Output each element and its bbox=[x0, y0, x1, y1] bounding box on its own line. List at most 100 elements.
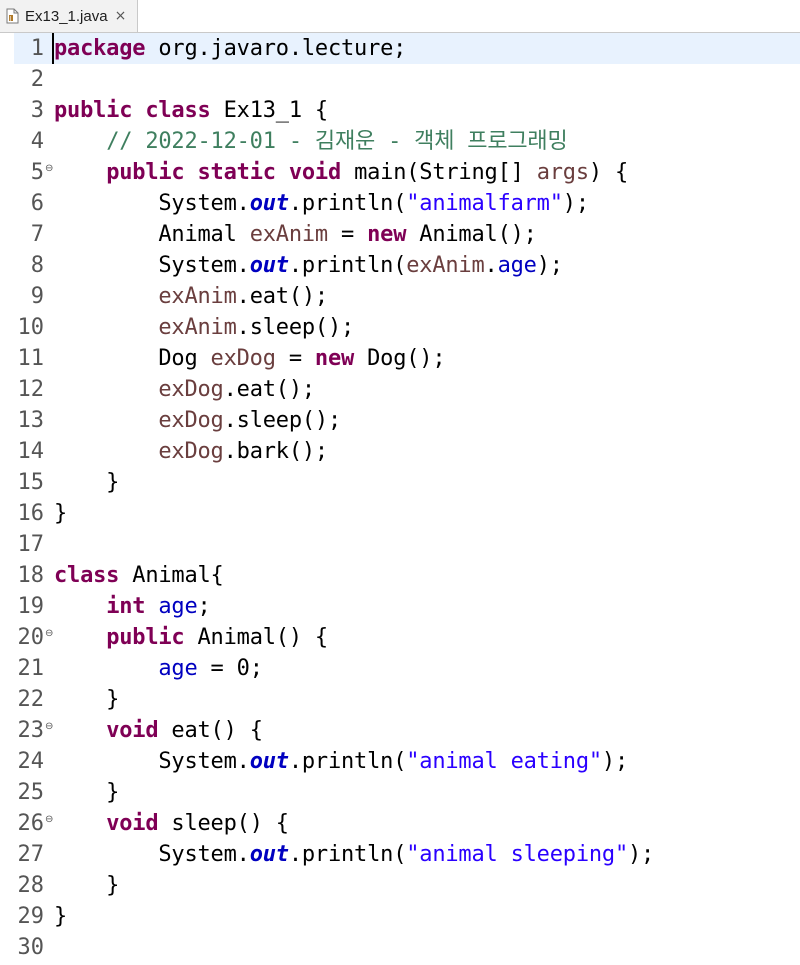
code-line[interactable]: 21 age = 0; bbox=[0, 653, 800, 684]
code-token: age bbox=[158, 594, 198, 619]
code-line[interactable]: 9 exAnim.eat(); bbox=[0, 281, 800, 312]
line-number: 17 bbox=[17, 532, 45, 557]
code-token: Dog(); bbox=[354, 346, 446, 371]
code-line[interactable]: 4 // 2022-12-01 - 김재운 - 객체 프로그래밍 bbox=[0, 126, 800, 157]
code-line[interactable]: 3 public class Ex13_1 { bbox=[0, 95, 800, 126]
code-line[interactable]: 28 } bbox=[0, 870, 800, 901]
code-token: "animal sleeping" bbox=[406, 842, 629, 867]
code-text: class Animal{ bbox=[54, 560, 224, 591]
code-editor[interactable]: 1 package org.javaro.lecture; 2 3 public cla… bbox=[0, 33, 800, 965]
line-number: 8 bbox=[30, 253, 44, 278]
code-token: new bbox=[367, 222, 407, 247]
code-token: } bbox=[54, 470, 120, 495]
code-token: Animal() { bbox=[184, 625, 329, 650]
code-token: .bark(); bbox=[223, 439, 329, 464]
line-number: 12 bbox=[17, 377, 45, 402]
code-line[interactable]: 2 bbox=[0, 64, 800, 95]
code-line[interactable]: 16} bbox=[0, 498, 800, 529]
code-line[interactable]: 17 bbox=[0, 529, 800, 560]
fold-toggle-icon[interactable]: ⊖ bbox=[45, 164, 53, 174]
code-token: sleep() { bbox=[158, 811, 289, 836]
code-text: void sleep() { bbox=[54, 808, 289, 839]
code-line[interactable]: 15 } bbox=[0, 467, 800, 498]
code-line[interactable]: 19 int age; bbox=[0, 591, 800, 622]
code-text: System.out.println(exAnim.age); bbox=[54, 250, 563, 281]
code-token: = 0; bbox=[197, 656, 263, 681]
code-text: age = 0; bbox=[54, 653, 263, 684]
code-token: public bbox=[106, 625, 185, 650]
line-number: 18 bbox=[17, 563, 45, 588]
code-text: package org.javaro.lecture; bbox=[52, 33, 406, 64]
code-line[interactable]: 14 exDog.bark(); bbox=[0, 436, 800, 467]
code-text: // 2022-12-01 - 김재운 - 객체 프로그래밍 bbox=[54, 126, 568, 157]
editor-tab[interactable]: J Ex13_1.java × bbox=[0, 0, 138, 32]
code-text: } bbox=[54, 684, 119, 715]
code-token: .println( bbox=[288, 253, 407, 278]
code-line[interactable]: 29} bbox=[0, 901, 800, 932]
code-token: .println( bbox=[288, 191, 407, 216]
code-token: out bbox=[249, 253, 289, 278]
code-line[interactable]: 26 ⊖ void sleep() { bbox=[0, 808, 800, 839]
code-token: System. bbox=[54, 253, 250, 278]
code-line[interactable]: 12 exDog.eat(); bbox=[0, 374, 800, 405]
code-line[interactable]: 8 System.out.println(exAnim.age); bbox=[0, 250, 800, 281]
line-number: 9 bbox=[30, 284, 44, 309]
code-token: Animal{ bbox=[119, 563, 224, 588]
line-number: 1 bbox=[30, 36, 44, 61]
code-token: ) { bbox=[588, 160, 629, 185]
code-token: Animal bbox=[54, 222, 250, 247]
line-number: 27 bbox=[17, 842, 45, 867]
code-token: out bbox=[249, 191, 289, 216]
line-number: 24 bbox=[17, 749, 45, 774]
code-token: exDog bbox=[158, 377, 224, 402]
code-token: class bbox=[54, 563, 120, 588]
code-token: .sleep(); bbox=[236, 315, 355, 340]
code-token: int bbox=[106, 594, 146, 619]
code-line[interactable]: 23 ⊖ void eat() { bbox=[0, 715, 800, 746]
code-line[interactable]: 20 ⊖ public Animal() { bbox=[0, 622, 800, 653]
code-line[interactable]: 1 package org.javaro.lecture; bbox=[0, 33, 800, 64]
code-line[interactable]: 25 } bbox=[0, 777, 800, 808]
code-line[interactable]: 30 bbox=[0, 932, 800, 963]
code-line[interactable]: 18 class Animal{ bbox=[0, 560, 800, 591]
code-line[interactable]: 10 exAnim.sleep(); bbox=[0, 312, 800, 343]
fold-toggle-icon[interactable]: ⊖ bbox=[45, 815, 53, 825]
code-token: static bbox=[197, 160, 276, 185]
code-line[interactable]: 13 exDog.sleep(); bbox=[0, 405, 800, 436]
code-line[interactable]: 5 ⊖ public static void main(String[] args… bbox=[0, 157, 800, 188]
code-token: Dog bbox=[54, 346, 211, 371]
code-text: } bbox=[54, 777, 119, 808]
code-token: void bbox=[106, 811, 159, 836]
code-line[interactable]: 6 System.out.println("animalfarm"); bbox=[0, 188, 800, 219]
code-token: package bbox=[54, 36, 146, 61]
code-token: } bbox=[54, 687, 120, 712]
code-line[interactable]: 22 } bbox=[0, 684, 800, 715]
code-text: public static void main(String[] args) { bbox=[54, 157, 628, 188]
code-line[interactable]: 11 Dog exDog = new Dog(); bbox=[0, 343, 800, 374]
code-token: age bbox=[158, 656, 198, 681]
code-token: ); bbox=[536, 253, 563, 278]
line-number: 21 bbox=[17, 656, 45, 681]
code-lines: 1 package org.javaro.lecture; 2 3 public cla… bbox=[0, 33, 800, 963]
line-number: 3 bbox=[30, 98, 44, 123]
fold-toggle-icon[interactable]: ⊖ bbox=[45, 722, 53, 732]
code-line[interactable]: 24 System.out.println("animal eating"); bbox=[0, 746, 800, 777]
close-icon[interactable]: × bbox=[115, 8, 127, 24]
code-token: Ex13_1 { bbox=[210, 98, 329, 123]
code-line[interactable]: 27 System.out.println("animal sleeping")… bbox=[0, 839, 800, 870]
line-number: 11 bbox=[17, 346, 45, 371]
line-number: 5 bbox=[30, 160, 44, 185]
code-token: // 2022-12-01 - 김재운 - 객체 프로그래밍 bbox=[106, 129, 568, 154]
fold-toggle-icon[interactable]: ⊖ bbox=[45, 629, 53, 639]
code-line[interactable]: 7 Animal exAnim = new Animal(); bbox=[0, 219, 800, 250]
code-token: System. bbox=[54, 191, 250, 216]
code-text: int age; bbox=[54, 591, 211, 622]
line-number: 6 bbox=[30, 191, 44, 216]
code-token: eat() { bbox=[158, 718, 263, 743]
